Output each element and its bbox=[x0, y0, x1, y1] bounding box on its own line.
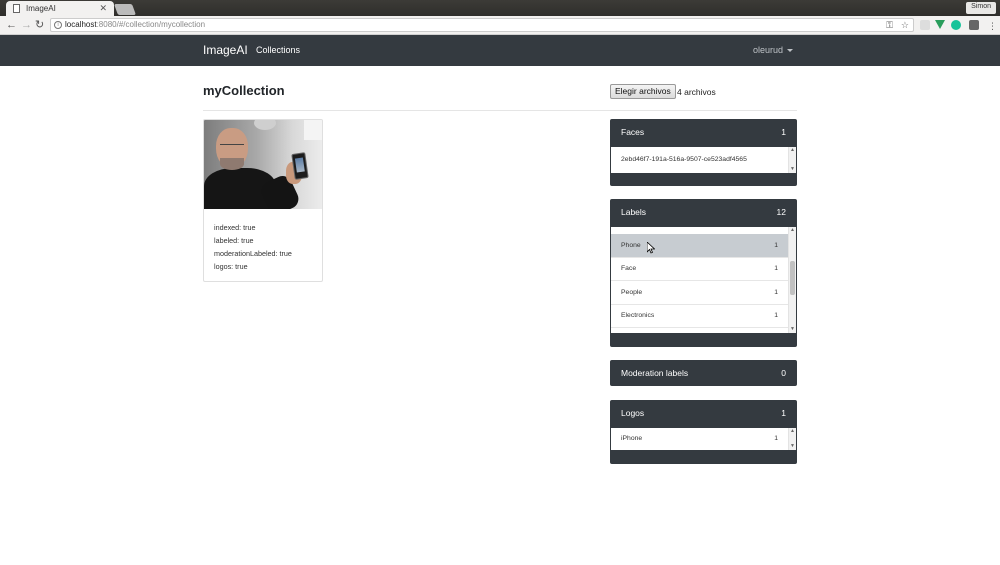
logos-panel: Logos 1 iPhone 1 ▲ ▼ bbox=[610, 400, 797, 464]
url-host: localhost bbox=[65, 20, 97, 29]
list-item[interactable]: Electronics 1 bbox=[611, 305, 796, 328]
extension-icon[interactable] bbox=[920, 20, 930, 30]
nav-collections-link[interactable]: Collections bbox=[256, 45, 300, 55]
logos-panel-header: Logos 1 bbox=[610, 400, 797, 426]
choose-files-button[interactable]: Elegir archivos bbox=[610, 84, 676, 99]
info-icon[interactable]: i bbox=[54, 21, 62, 29]
face-id: 2ebd46f7-191a-516a-9507-ce523adf4565 bbox=[621, 155, 747, 163]
labels-panel-header: Labels 12 bbox=[610, 199, 797, 225]
labels-list: Phone 1 Face 1 People 1 Electronics 1 ▲ ▼ bbox=[611, 227, 796, 333]
label-count: 1 bbox=[774, 265, 778, 273]
extension-box-icon[interactable] bbox=[969, 20, 979, 30]
logos-title: Logos bbox=[621, 408, 645, 418]
property-logos: logos: true bbox=[214, 262, 248, 271]
scrollbar[interactable]: ▲ ▼ bbox=[788, 428, 796, 450]
label-count: 1 bbox=[774, 288, 778, 296]
app-navbar: ImageAI Collections oleurud bbox=[0, 35, 1000, 66]
label-count: 1 bbox=[774, 312, 778, 320]
brand-logo[interactable]: ImageAI bbox=[203, 43, 248, 57]
caret-down-icon bbox=[787, 49, 794, 53]
list-item[interactable]: iPhone 1 bbox=[611, 428, 796, 449]
logos-count: 1 bbox=[781, 408, 786, 418]
labels-panel: Labels 12 Phone 1 Face 1 People 1 Electr… bbox=[610, 199, 797, 347]
label-name: Phone bbox=[621, 241, 641, 249]
labels-title: Labels bbox=[621, 207, 647, 217]
menu-icon[interactable]: ⋮ bbox=[988, 19, 997, 33]
logos-list: iPhone 1 ▲ ▼ bbox=[611, 428, 796, 450]
faces-count: 1 bbox=[781, 127, 786, 137]
logo-name: iPhone bbox=[621, 435, 643, 442]
faces-list: 2ebd46f7-191a-516a-9507-ce523adf4565 ▲ ▼ bbox=[611, 147, 796, 173]
vue-devtools-icon[interactable] bbox=[935, 20, 945, 29]
scrollbar[interactable]: ▲ ▼ bbox=[788, 227, 796, 333]
list-item[interactable]: Face 1 bbox=[611, 258, 796, 281]
labels-count: 12 bbox=[776, 207, 786, 217]
collection-image bbox=[204, 120, 322, 209]
browser-tab[interactable]: ImageAI ✕ bbox=[6, 1, 114, 16]
label-name: People bbox=[621, 288, 643, 296]
list-item[interactable]: People 1 bbox=[611, 281, 796, 305]
moderation-panel: Moderation labels 0 bbox=[610, 360, 797, 386]
star-icon[interactable]: ☆ bbox=[901, 19, 909, 31]
key-icon[interactable]: ⚿ bbox=[886, 19, 893, 31]
image-properties: indexed: true labeled: true moderationLa… bbox=[214, 221, 292, 273]
close-icon[interactable]: ✕ bbox=[99, 3, 107, 14]
back-icon[interactable]: ← bbox=[6, 18, 17, 32]
faces-title: Faces bbox=[621, 127, 645, 137]
reload-icon[interactable]: ↻ bbox=[35, 18, 44, 32]
logo-count: 1 bbox=[774, 435, 778, 442]
grammarly-icon[interactable] bbox=[951, 20, 961, 30]
user-dropdown[interactable]: oleurud bbox=[753, 45, 794, 55]
moderation-panel-header: Moderation labels 0 bbox=[610, 360, 797, 386]
faces-panel: Faces 1 2ebd46f7-191a-516a-9507-ce523adf… bbox=[610, 119, 797, 186]
file-count: 4 archivos bbox=[677, 87, 716, 97]
address-bar[interactable]: i localhost:8080/#/collection/mycollecti… bbox=[50, 18, 914, 32]
scrollbar[interactable]: ▲ ▼ bbox=[788, 147, 796, 173]
url-path: :8080/#/collection/mycollection bbox=[96, 20, 206, 29]
property-labeled: labeled: true bbox=[214, 236, 254, 245]
faces-panel-header: Faces 1 bbox=[610, 119, 797, 145]
divider bbox=[203, 110, 797, 111]
browser-titlebar: ImageAI ✕ Simon bbox=[0, 0, 1000, 16]
image-card[interactable]: indexed: true labeled: true moderationLa… bbox=[203, 119, 323, 282]
new-tab-button[interactable] bbox=[113, 4, 137, 15]
label-name: Face bbox=[621, 265, 637, 273]
forward-icon[interactable]: → bbox=[21, 18, 32, 32]
moderation-title: Moderation labels bbox=[621, 368, 689, 378]
page-icon bbox=[13, 4, 20, 13]
list-item[interactable]: 2ebd46f7-191a-516a-9507-ce523adf4565 bbox=[611, 147, 796, 171]
label-count: 1 bbox=[774, 241, 778, 249]
moderation-count: 0 bbox=[781, 368, 786, 378]
list-item[interactable]: Phone 1 bbox=[611, 234, 796, 258]
label-name: Electronics bbox=[621, 312, 655, 320]
profile-button[interactable]: Simon bbox=[966, 2, 996, 14]
property-moderation-labeled: moderationLabeled: true bbox=[214, 249, 292, 258]
browser-toolbar: ← → ↻ i localhost:8080/#/collection/myco… bbox=[0, 16, 1000, 35]
user-name: oleurud bbox=[753, 45, 784, 55]
tab-title: ImageAI bbox=[26, 4, 56, 13]
page-title: myCollection bbox=[203, 83, 285, 98]
property-indexed: indexed: true bbox=[214, 223, 256, 232]
